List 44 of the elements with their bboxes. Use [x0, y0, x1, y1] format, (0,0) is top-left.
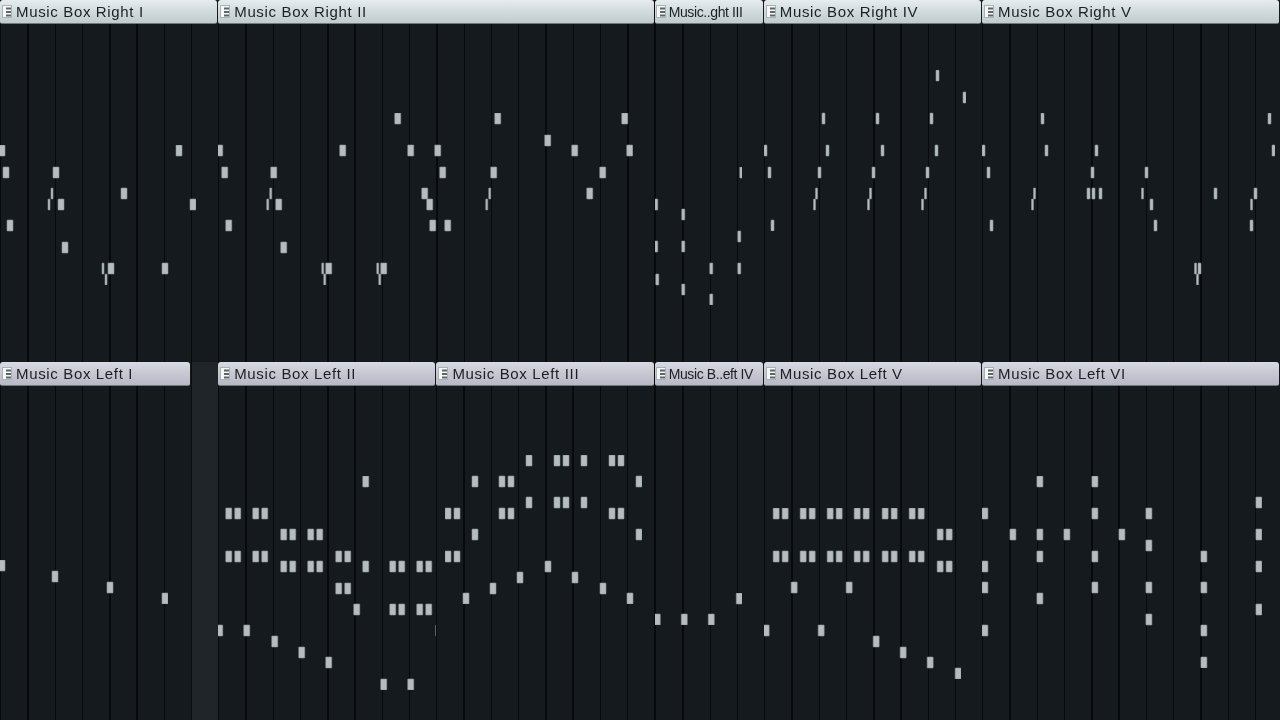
- clip-title: Music Box Right II: [234, 2, 367, 21]
- piano-keys-icon: [984, 367, 995, 380]
- pattern-clip[interactable]: Music Box Right II: [218, 0, 655, 362]
- pattern-clip[interactable]: Music Box Left II: [218, 362, 437, 720]
- clip-header[interactable]: Music..ght III: [654, 0, 763, 24]
- piano-keys-icon: [765, 367, 776, 380]
- clip-header[interactable]: Music Box Left V: [763, 362, 982, 386]
- clip-title: Music..ght III: [668, 2, 743, 21]
- piano-keys-icon: [765, 5, 776, 18]
- clip-title: Music Box Right V: [998, 2, 1132, 21]
- pattern-clip[interactable]: Music Box Left III: [436, 362, 655, 720]
- clip-header[interactable]: Music Box Left III: [436, 362, 654, 386]
- piano-keys-icon: [220, 5, 231, 18]
- clip-header[interactable]: Music Box Left I: [0, 362, 190, 386]
- pattern-clip[interactable]: Music Box Left V: [763, 362, 983, 720]
- clip-header[interactable]: Music Box Right V: [982, 0, 1279, 24]
- piano-keys-icon: [220, 367, 231, 380]
- piano-keys-icon: [2, 5, 12, 18]
- piano-keys-icon: [438, 367, 449, 380]
- clip-header[interactable]: Music Box Right II: [218, 0, 654, 24]
- pattern-clip[interactable]: Music B..eft IV: [654, 362, 764, 720]
- pattern-clip[interactable]: Music..ght III: [654, 0, 764, 362]
- clip-header[interactable]: Music B..eft IV: [654, 362, 763, 386]
- pattern-clip[interactable]: Music Box Right V: [982, 0, 1280, 362]
- piano-keys-icon: [655, 5, 666, 18]
- clip-title: Music Box Left II: [234, 364, 357, 383]
- piano-keys-icon: [655, 367, 666, 380]
- piano-keys-icon: [2, 367, 12, 380]
- clip-title: Music B..eft IV: [668, 364, 753, 383]
- pattern-clip[interactable]: Music Box Right I: [0, 0, 219, 362]
- clip-header[interactable]: Music Box Left II: [218, 362, 436, 386]
- clip-title: Music Box Left VI: [998, 364, 1126, 383]
- piano-keys-icon: [984, 5, 995, 18]
- pattern-clip[interactable]: Music Box Right IV: [763, 0, 983, 362]
- clip-title: Music Box Left V: [779, 364, 903, 383]
- clip-title: Music Box Left III: [452, 364, 580, 383]
- clip-title: Music Box Right I: [16, 2, 144, 21]
- clip-header[interactable]: Music Box Right I: [0, 0, 218, 24]
- clip-title: Music Box Right IV: [779, 2, 919, 21]
- pattern-clip[interactable]: Music Box Left VI: [982, 362, 1280, 720]
- pattern-clip[interactable]: Music Box Left I: [0, 362, 191, 720]
- clip-title: Music Box Left I: [16, 364, 134, 383]
- clip-header[interactable]: Music Box Left VI: [982, 362, 1279, 386]
- clip-header[interactable]: Music Box Right IV: [763, 0, 982, 24]
